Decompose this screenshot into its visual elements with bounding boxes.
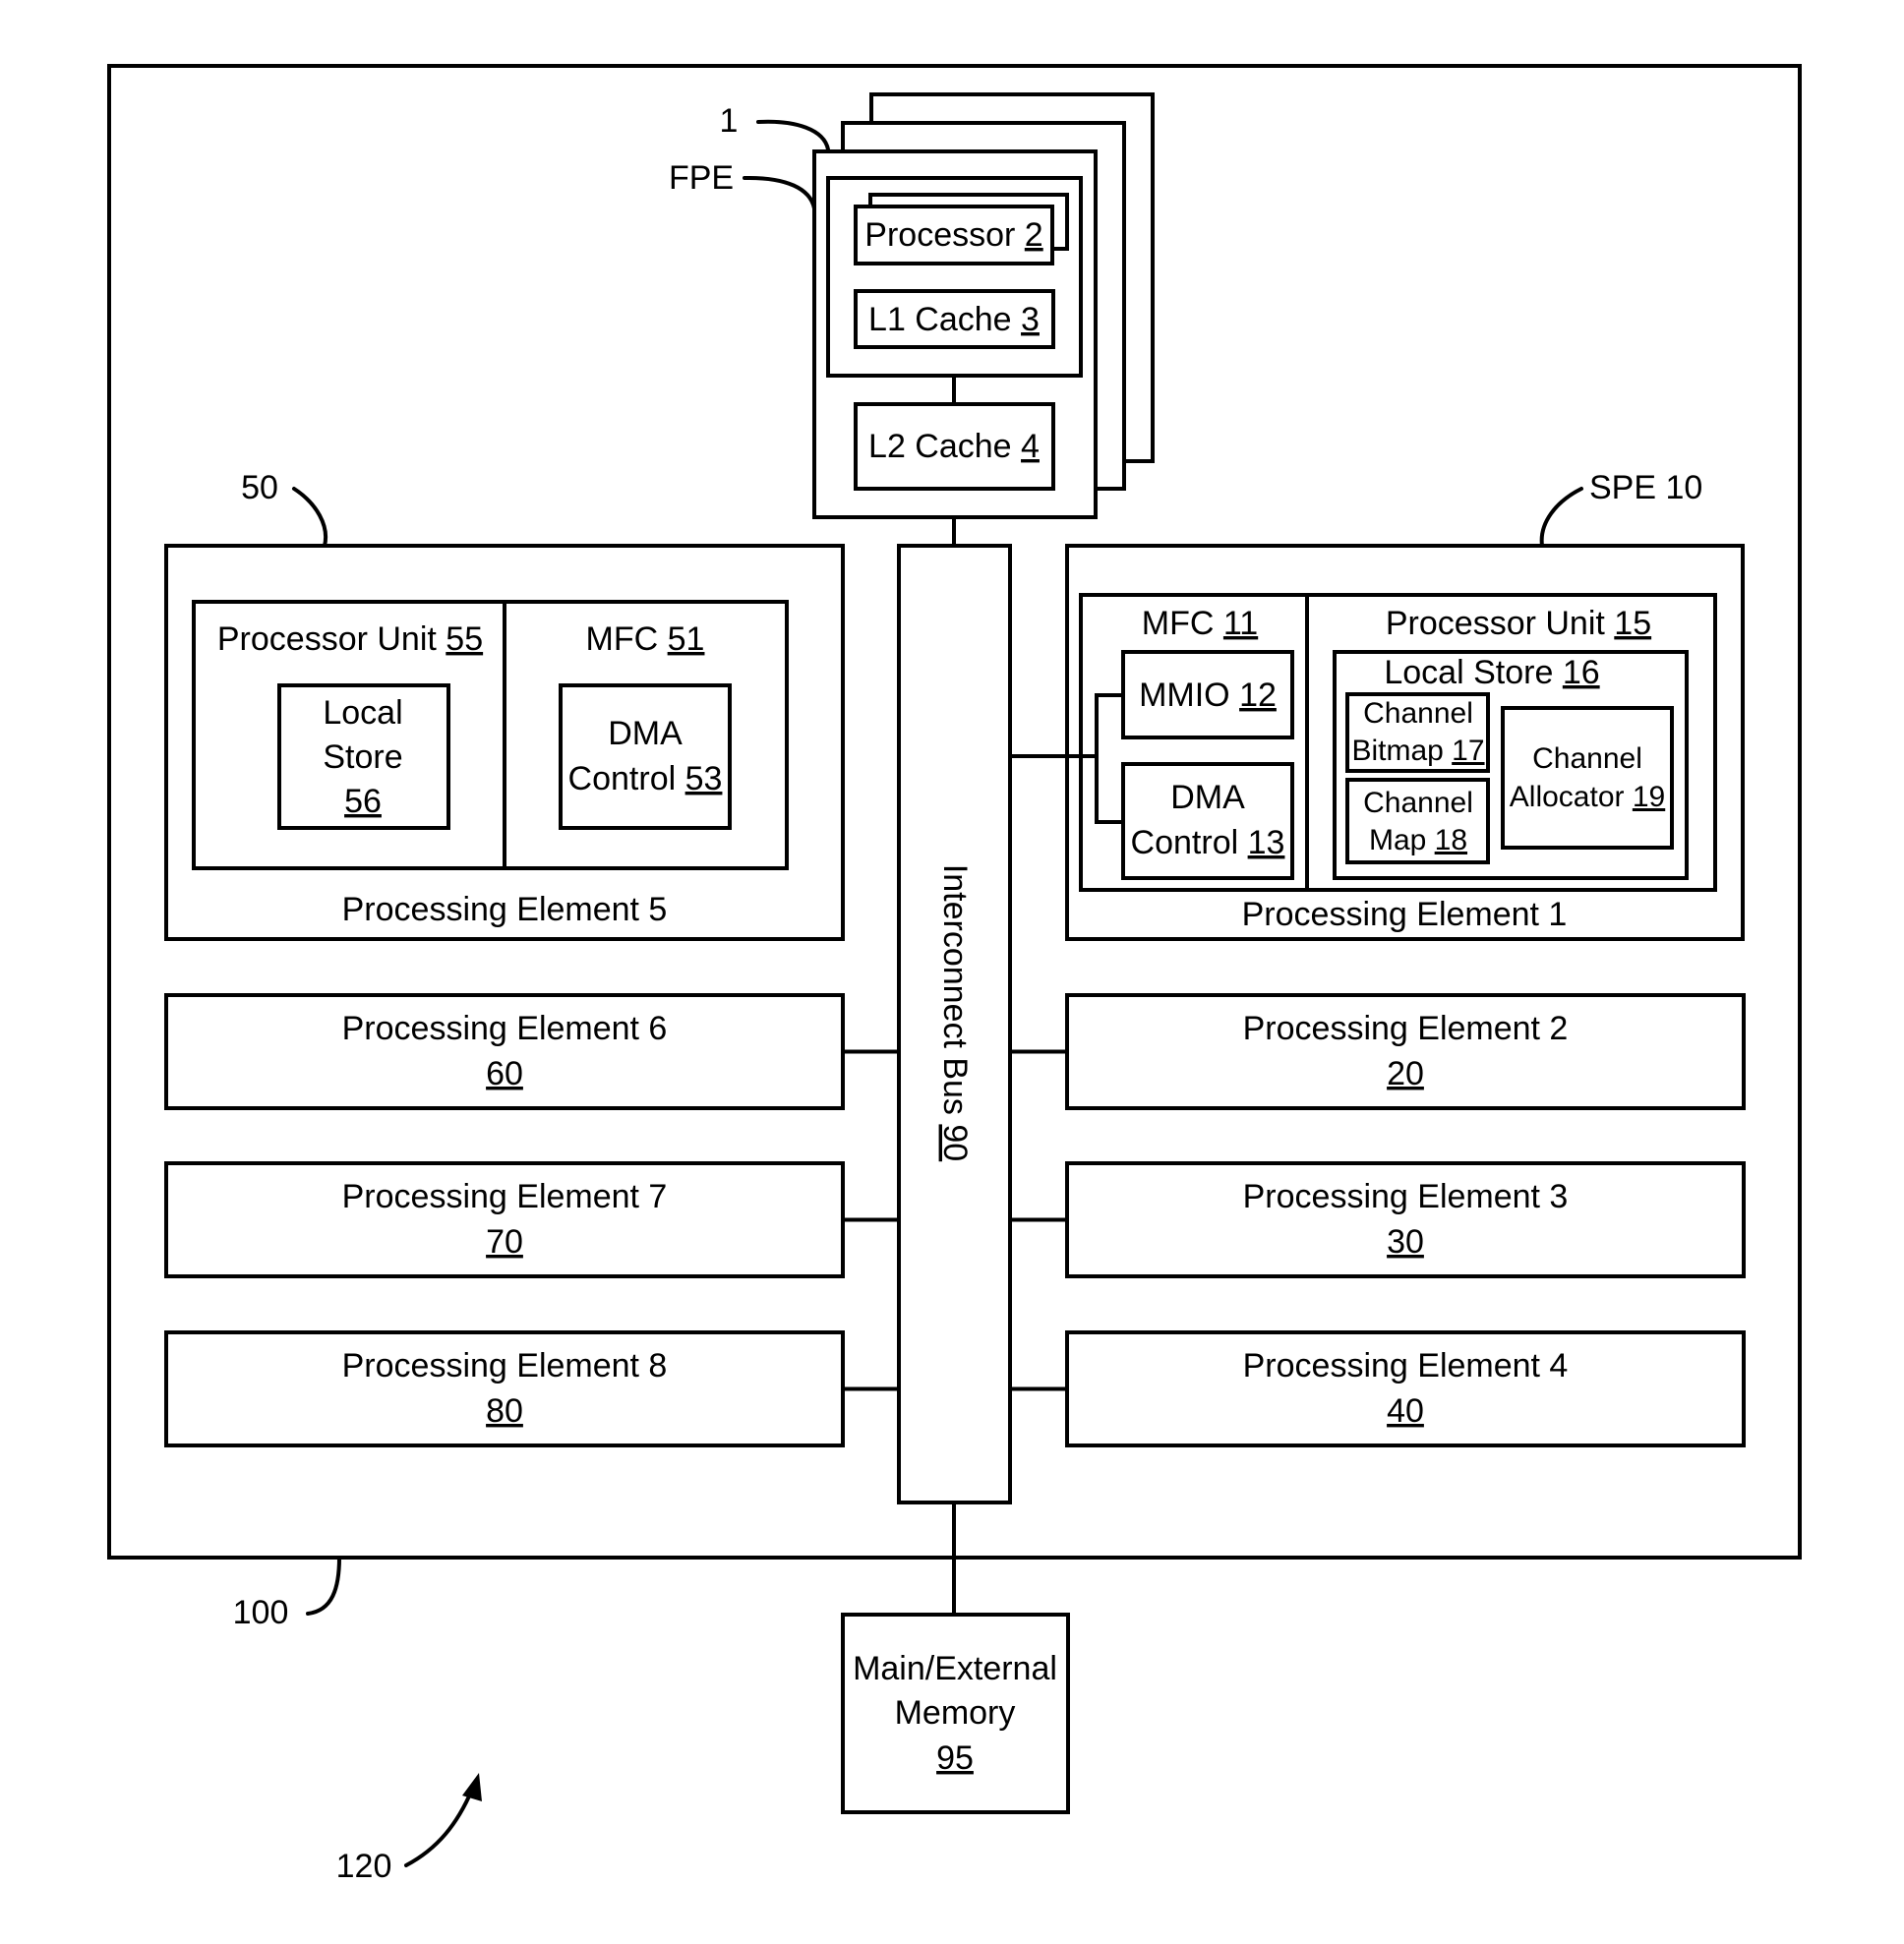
fpe-ref-label: 1	[720, 102, 739, 140]
architecture-diagram: Processor 2 L1 Cache 3 L2 Cache 4 1 FPE …	[107, 64, 1802, 1885]
channel-map-line2: Map 18	[1369, 824, 1467, 856]
pe1-dma-control-line1: DMA	[1170, 779, 1245, 816]
channel-allocator-line1: Channel	[1532, 742, 1642, 775]
pe5-mfc-label: MFC 51	[586, 620, 705, 658]
pe-ref: 80	[486, 1392, 523, 1430]
processor-label: Processor 2	[864, 216, 1042, 254]
pe-title: Processing Element 4	[1243, 1347, 1569, 1384]
pe5-dma-control-line2: Control 53	[568, 760, 723, 797]
processing-element-60: Processing Element 6 60	[164, 993, 899, 1110]
channel-allocator-box	[1501, 706, 1674, 850]
system-ref-leader	[306, 1556, 341, 1616]
pe-title: Processing Element 7	[342, 1178, 668, 1215]
processing-element-30: Processing Element 3 30	[1010, 1161, 1746, 1278]
figure-ref-label: 120	[336, 1848, 392, 1885]
channel-allocator-line2: Allocator 19	[1510, 781, 1665, 813]
figure-ref-arrow-line	[404, 1788, 474, 1867]
memory-ref: 95	[936, 1739, 974, 1777]
processing-element-70: Processing Element 7 70	[164, 1161, 899, 1278]
pe5-local-store-ref: 56	[344, 783, 382, 820]
pe5-local-store-line1: Local	[323, 694, 402, 732]
processing-element-20: Processing Element 2 20	[1010, 993, 1746, 1110]
pe5-processor-unit-label: Processor Unit 55	[217, 620, 483, 658]
pe-title: Processing Element 6	[342, 1010, 668, 1047]
pe-title: Processing Element 2	[1243, 1010, 1569, 1047]
pe1-mmio-label: MMIO 12	[1139, 677, 1277, 714]
pe5-ref-label: 50	[241, 469, 278, 506]
pe-title: Processing Element 8	[342, 1347, 668, 1384]
memory-line1: Main/External	[853, 1650, 1057, 1687]
l2-cache-label: L2 Cache 4	[868, 428, 1040, 465]
memory-line2: Memory	[895, 1694, 1016, 1732]
pe-ref: 20	[1387, 1055, 1424, 1092]
pe1-processor-unit-label: Processor Unit 15	[1386, 605, 1651, 642]
figure-ref-arrowhead-icon	[462, 1773, 482, 1801]
channel-bitmap-line1: Channel	[1363, 697, 1473, 730]
pe1-mfc-label: MFC 11	[1142, 605, 1258, 642]
pe5-title: Processing Element 5	[342, 891, 668, 928]
system-ref-label: 100	[233, 1594, 289, 1631]
pe5-dma-control-line1: DMA	[608, 715, 683, 752]
channel-map-line1: Channel	[1363, 787, 1473, 819]
pe1-dma-control-line2: Control 13	[1131, 824, 1285, 861]
pe5-local-store-line2: Store	[323, 738, 402, 776]
pe-title: Processing Element 3	[1243, 1178, 1569, 1215]
pe1-local-store-label: Local Store 16	[1384, 654, 1599, 691]
processing-element-40: Processing Element 4 40	[1010, 1330, 1746, 1447]
fpe-name-label: FPE	[669, 159, 734, 197]
pe1-title: Processing Element 1	[1242, 896, 1568, 933]
interconnect-bus-label: Interconnect Bus 90	[936, 864, 974, 1161]
pe-ref: 30	[1387, 1223, 1424, 1261]
processing-element-80: Processing Element 8 80	[164, 1330, 899, 1447]
pe1-ref-label: SPE 10	[1589, 469, 1702, 506]
pe-ref: 70	[486, 1223, 523, 1261]
pe-ref: 60	[486, 1055, 523, 1092]
pe5-dma-control-box	[559, 683, 732, 830]
l1-cache-label: L1 Cache 3	[868, 301, 1040, 338]
channel-bitmap-line2: Bitmap 17	[1351, 735, 1484, 767]
pe-ref: 40	[1387, 1392, 1424, 1430]
